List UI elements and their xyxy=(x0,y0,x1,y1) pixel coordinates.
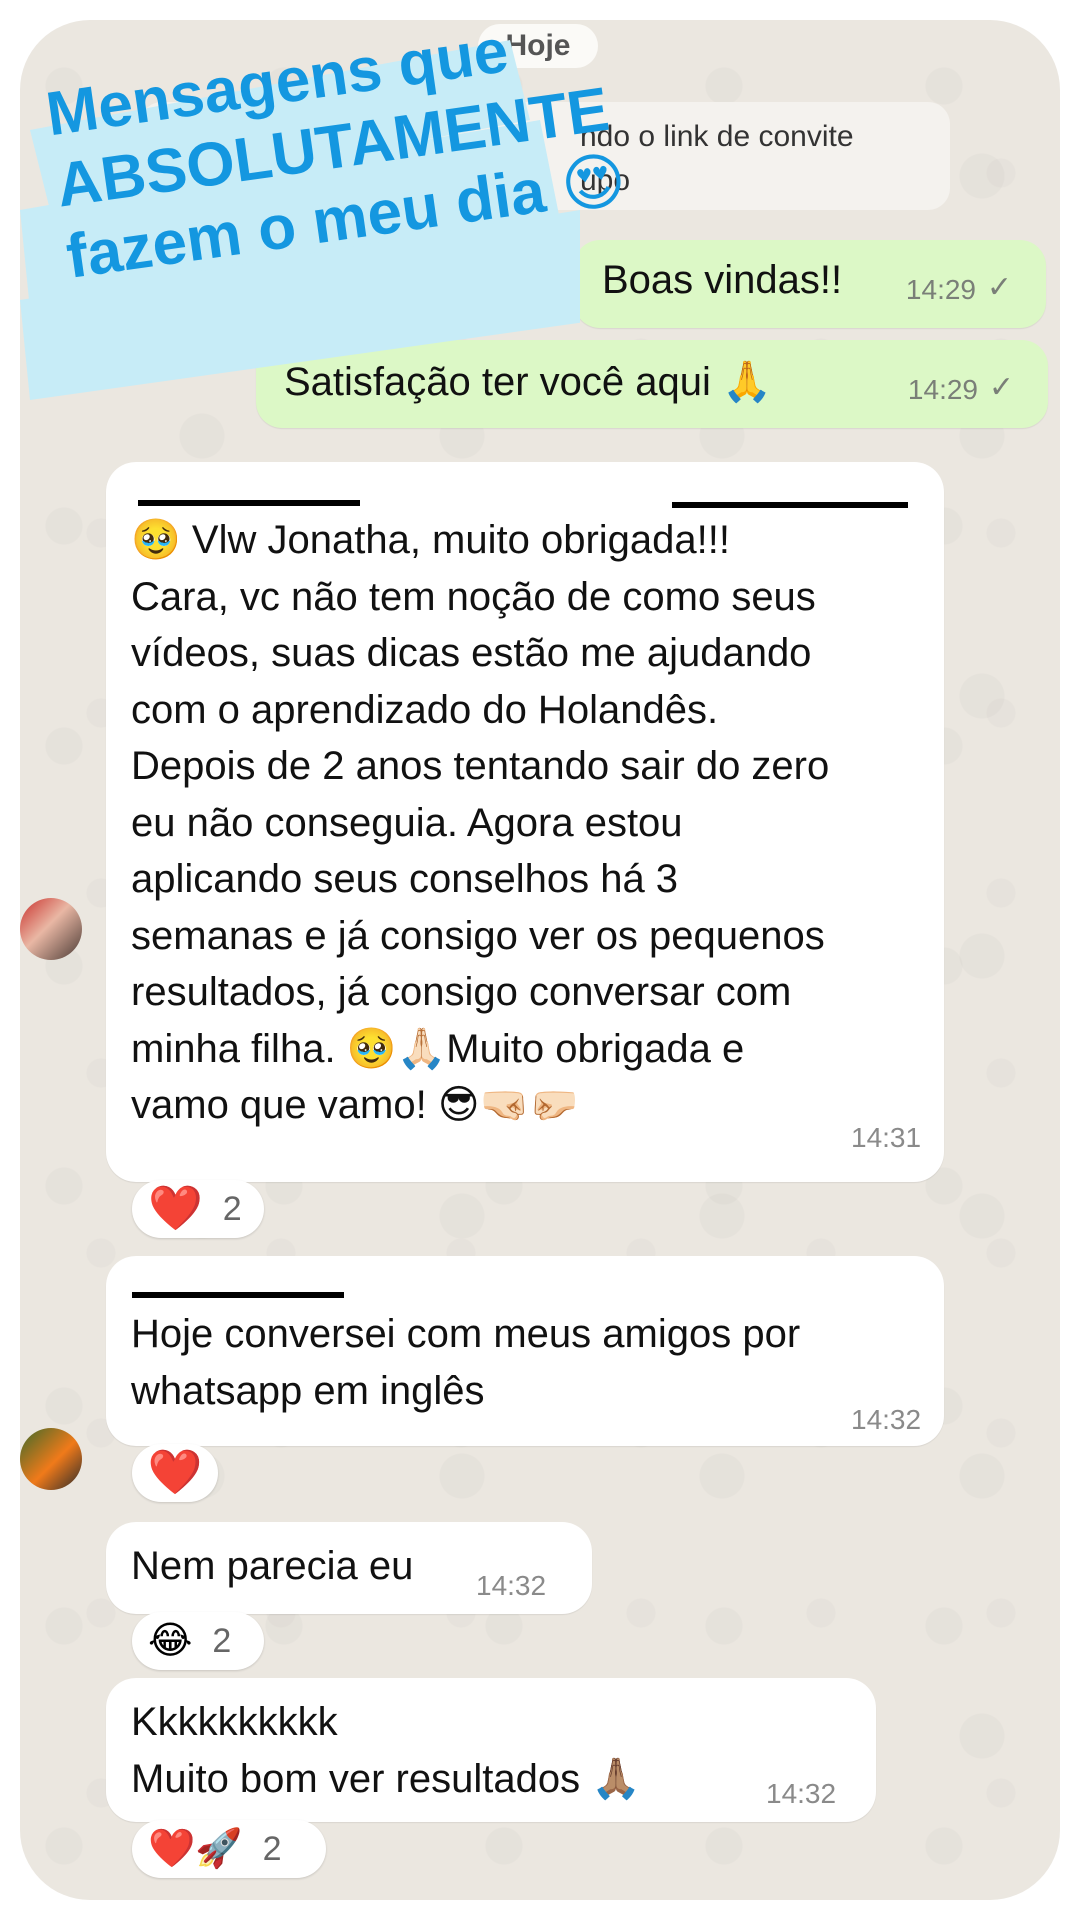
message-time: 14:31 xyxy=(851,1122,922,1153)
incoming-message[interactable]: 🥹 Vlw Jonatha, muito obrigada!!! Cara, v… xyxy=(106,462,944,1182)
message-line: 🥹 Vlw Jonatha, muito obrigada!!! xyxy=(131,518,731,562)
avatar[interactable] xyxy=(20,1428,82,1490)
message-line: vídeos, suas dicas estão me ajudando xyxy=(131,631,812,675)
sent-check-icon: ✓ xyxy=(988,371,1014,404)
reaction-count: 2 xyxy=(222,1189,242,1228)
reaction-count: 2 xyxy=(262,1829,282,1868)
sent-check-icon: ✓ xyxy=(986,271,1012,304)
redacted-sender-name xyxy=(138,500,360,506)
message-text: Satisfação ter você aqui 🙏 xyxy=(284,360,772,404)
message-line: minha filha. 🥹🙏🏻Muito obrigada e xyxy=(131,1026,745,1071)
message-body: 🥹 Vlw Jonatha, muito obrigada!!! Cara, v… xyxy=(131,512,829,1134)
date-chip: Hoje xyxy=(478,24,598,68)
incoming-message[interactable]: Nem parecia eu 14:32 xyxy=(106,1522,592,1614)
message-line: Kkkkkkkkkk xyxy=(131,1700,338,1744)
incoming-message[interactable]: Kkkkkkkkkk Muito bom ver resultados 🙏🏽 1… xyxy=(106,1678,876,1822)
outgoing-message[interactable]: Boas vindas!! 14:29 ✓ xyxy=(574,240,1046,328)
reaction-pill[interactable]: ❤️🚀 2 xyxy=(132,1820,326,1878)
message-body: Nem parecia eu xyxy=(131,1538,413,1595)
message-line: Hoje conversei com meus amigos por xyxy=(131,1312,801,1356)
message-line: Nem parecia eu xyxy=(131,1544,414,1588)
message-line: eu não conseguia. Agora estou xyxy=(131,800,683,845)
reaction-pill[interactable]: 😂 2 xyxy=(132,1612,264,1670)
message-line: Muito bom ver resultados 🙏🏽 xyxy=(131,1756,641,1801)
message-text: Boas vindas!! xyxy=(602,258,843,302)
message-line: vamo que vamo! 😎🤜🏻🤛🏻 xyxy=(131,1083,580,1127)
redacted-sender-name xyxy=(132,1292,344,1298)
message-line: com o aprendizado do Holandês. xyxy=(131,687,719,732)
message-time: 14:32 xyxy=(851,1404,922,1435)
incoming-message[interactable]: Hoje conversei com meus amigos por whats… xyxy=(106,1256,944,1446)
message-time: 14:32 xyxy=(476,1570,547,1601)
message-time: 14:29 xyxy=(905,274,976,305)
reaction-pill[interactable]: ❤️ 2 xyxy=(132,1180,264,1238)
redacted-sender-phone xyxy=(672,502,908,508)
message-line: semanas e já consigo ver os pequenos xyxy=(131,913,825,958)
avatar[interactable] xyxy=(20,898,82,960)
chat-area: Hoje ndo o link de convite upo Boas vind… xyxy=(20,20,1060,1900)
system-message: ndo o link de convite upo xyxy=(140,102,950,210)
message-line: resultados, já consigo conversar com xyxy=(131,970,792,1014)
message-time: 14:32 xyxy=(766,1778,837,1809)
message-body: Hoje conversei com meus amigos por whats… xyxy=(131,1306,800,1419)
reaction-emoji: ❤️🚀 xyxy=(148,1828,243,1870)
reaction-pill[interactable]: ❤️ xyxy=(132,1444,218,1502)
message-line: aplicando seus conselhos há 3 xyxy=(131,857,679,901)
message-time: 14:29 xyxy=(907,374,978,405)
system-message-line-1: ndo o link de convite xyxy=(580,120,854,153)
message-body: Kkkkkkkkkk Muito bom ver resultados 🙏🏽 xyxy=(131,1694,641,1807)
reaction-emoji: 😂 xyxy=(148,1620,193,1662)
reaction-count: 2 xyxy=(212,1621,232,1660)
message-line: whatsapp em inglês xyxy=(131,1368,485,1413)
reaction-emoji: ❤️ xyxy=(147,1448,203,1497)
reaction-emoji: ❤️ xyxy=(148,1184,203,1233)
message-line: Cara, vc não tem noção de como seus xyxy=(131,574,816,619)
system-message-line-2: upo xyxy=(580,164,631,197)
outgoing-message[interactable]: Satisfação ter você aqui 🙏 14:29 ✓ xyxy=(256,340,1048,428)
message-line: Depois de 2 anos tentando sair do zero xyxy=(131,744,830,788)
